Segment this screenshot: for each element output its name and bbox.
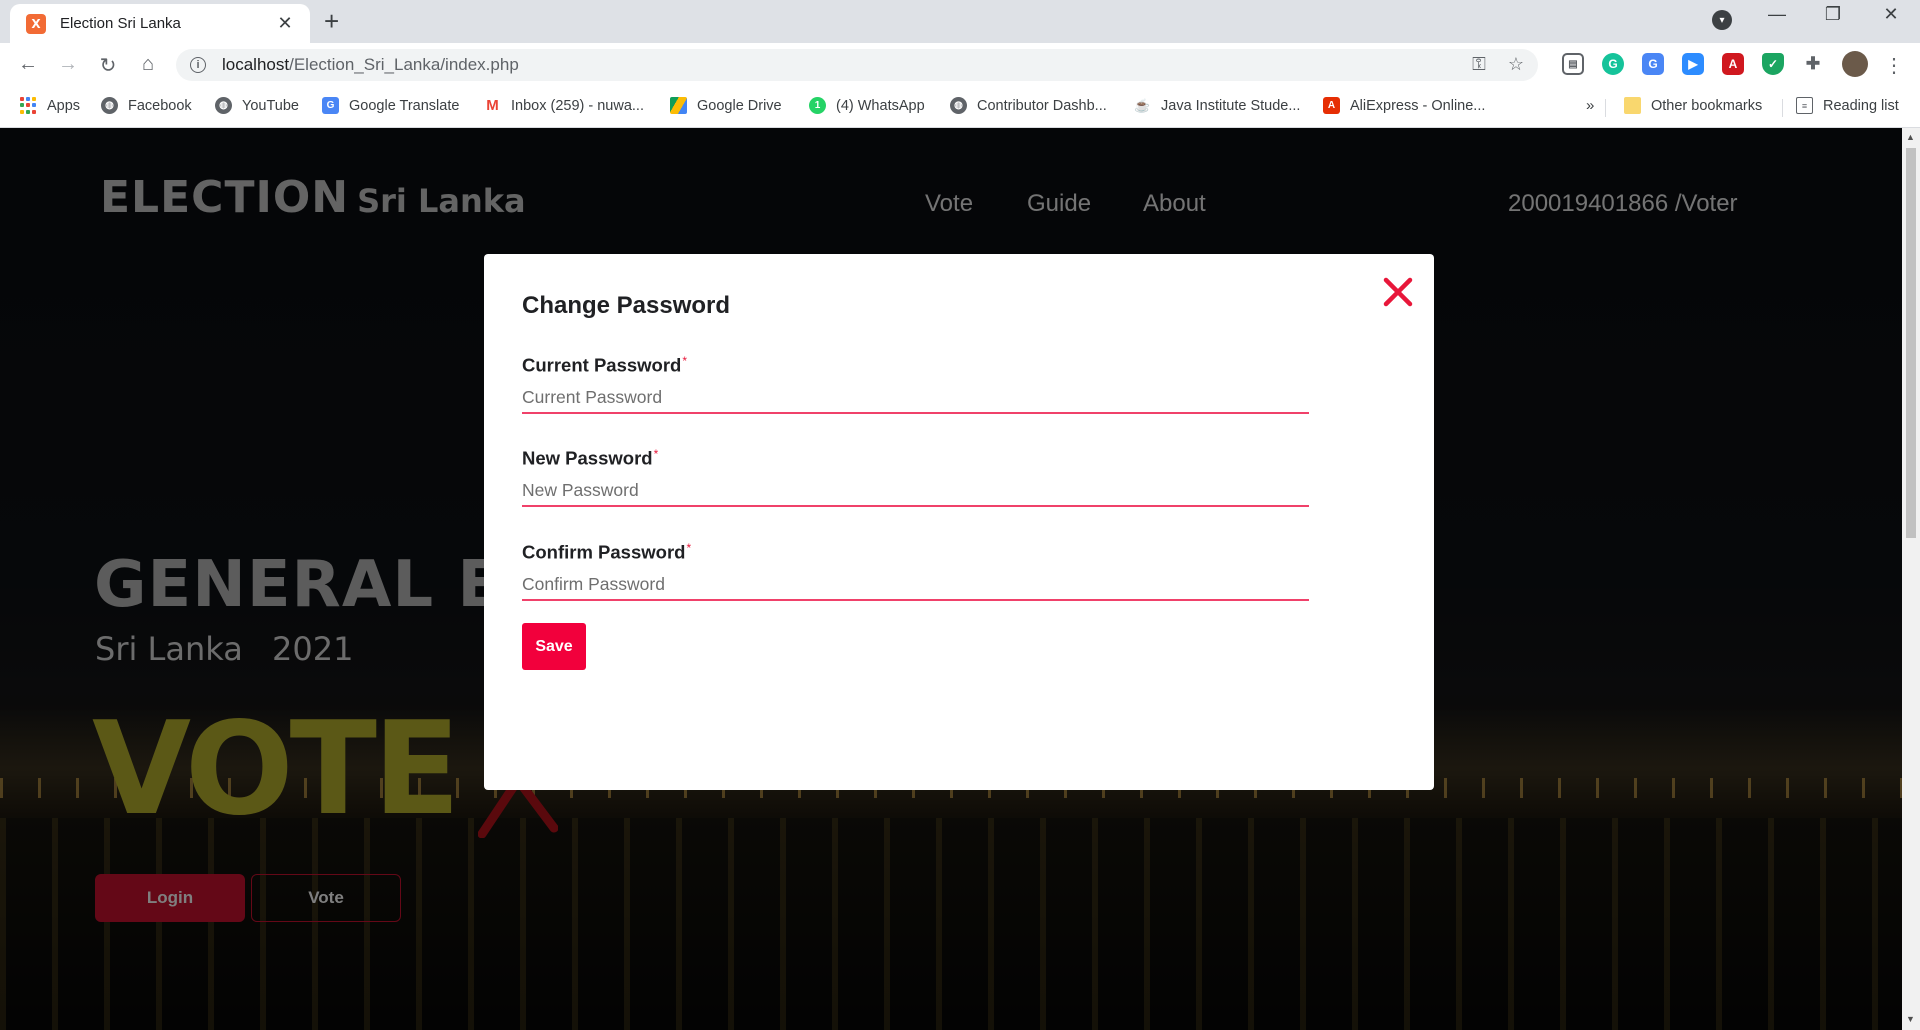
confirm-password-field: Confirm Password* xyxy=(522,541,1309,602)
bookmark-label: Contributor Dashb... xyxy=(977,97,1107,114)
bookmark-label: Apps xyxy=(47,97,81,114)
tab-close-icon[interactable]: ✕ xyxy=(274,13,296,34)
new-password-label: New Password xyxy=(522,447,653,469)
globe-icon: ◍ xyxy=(101,97,118,114)
java-institute-icon: ☕ xyxy=(1134,97,1151,114)
translate-extension-icon[interactable]: G xyxy=(1642,53,1664,75)
reading-list-button[interactable]: ≡ Reading list xyxy=(1796,97,1899,114)
gmail-icon: M xyxy=(484,97,501,114)
zoom-extension-icon[interactable]: ▶ xyxy=(1682,53,1704,75)
extensions-puzzle-icon[interactable]: ✚ xyxy=(1802,53,1824,75)
current-password-input[interactable] xyxy=(522,382,1309,415)
whatsapp-icon: 1 xyxy=(809,97,826,114)
bookmark-google-translate[interactable]: G Google Translate xyxy=(322,97,459,114)
current-password-field: Current Password* xyxy=(522,354,1309,415)
translate-icon: G xyxy=(322,97,339,114)
site-info-icon[interactable]: i xyxy=(190,57,206,73)
current-password-label: Current Password xyxy=(522,354,682,376)
bookmark-whatsapp[interactable]: 1 (4) WhatsApp xyxy=(809,97,925,114)
reading-list-icon: ≡ xyxy=(1796,97,1813,114)
address-bar[interactable]: i localhost/Election_Sri_Lanka/index.php… xyxy=(176,49,1538,81)
bookmark-label: Facebook xyxy=(128,97,192,114)
scroll-up-icon[interactable]: ▲ xyxy=(1906,132,1915,142)
url-host: localhost xyxy=(222,55,290,74)
shield-extension-icon[interactable]: ✓ xyxy=(1762,53,1784,75)
browser-tab[interactable]: X Election Sri Lanka ✕ xyxy=(10,4,310,43)
home-icon[interactable]: ⌂ xyxy=(134,53,162,76)
required-asterisk: * xyxy=(682,354,688,368)
bookmark-youtube[interactable]: ◍ YouTube xyxy=(215,97,299,114)
bookmark-other-bookmarks[interactable]: Other bookmarks xyxy=(1624,97,1762,114)
scrollbar-thumb[interactable] xyxy=(1906,148,1916,538)
tab-search-icon[interactable]: ▾ xyxy=(1712,10,1732,30)
aliexpress-icon: A xyxy=(1323,97,1340,114)
folder-icon xyxy=(1624,97,1641,114)
pdf-extension-icon[interactable]: A xyxy=(1722,53,1744,75)
restore-icon[interactable]: ❐ xyxy=(1813,4,1853,25)
browser-tab-strip: X Election Sri Lanka ✕ + ▾ — ❐ ✕ xyxy=(0,0,1920,43)
key-icon[interactable]: ⚿ xyxy=(1472,54,1486,75)
bookmark-label: Google Drive xyxy=(697,97,782,114)
profile-avatar[interactable] xyxy=(1842,51,1868,77)
bookmark-aliexpress[interactable]: A AliExpress - Online... xyxy=(1323,97,1485,114)
bookmark-facebook[interactable]: ◍ Facebook xyxy=(101,97,192,114)
bookmark-contributor-dashboard[interactable]: ◍ Contributor Dashb... xyxy=(950,97,1107,114)
new-password-field: New Password* xyxy=(522,447,1309,508)
close-icon[interactable] xyxy=(1380,274,1416,310)
scroll-down-icon[interactable]: ▼ xyxy=(1906,1014,1915,1024)
url-text[interactable]: localhost/Election_Sri_Lanka/index.php xyxy=(222,55,519,75)
bookmark-divider xyxy=(1782,99,1783,117)
url-path: /Election_Sri_Lanka/index.php xyxy=(289,55,519,74)
new-password-input[interactable] xyxy=(522,475,1309,508)
bookmark-apps[interactable]: Apps xyxy=(20,97,80,114)
bookmark-label: AliExpress - Online... xyxy=(1350,97,1486,114)
tab-title: Election Sri Lanka xyxy=(60,15,181,32)
bookmark-label: Java Institute Stude... xyxy=(1161,97,1301,114)
page-viewport: ELECTIONSri Lanka Vote Guide About 20001… xyxy=(0,128,1902,1030)
bookmark-label: Inbox (259) - nuwa... xyxy=(511,97,644,114)
bookmarks-overflow-chevron-icon[interactable]: » xyxy=(1586,97,1594,114)
required-asterisk: * xyxy=(686,541,692,555)
confirm-password-input[interactable] xyxy=(522,569,1309,602)
bookmark-google-drive[interactable]: Google Drive xyxy=(670,97,782,114)
back-icon[interactable]: ← xyxy=(14,53,42,76)
bookmarks-bar: Apps ◍ Facebook ◍ YouTube G Google Trans… xyxy=(0,87,1920,128)
globe-icon: ◍ xyxy=(950,97,967,114)
browser-toolbar: ← → ↻ ⌂ i localhost/Election_Sri_Lanka/i… xyxy=(0,43,1920,87)
bookmark-gmail[interactable]: M Inbox (259) - nuwa... xyxy=(484,97,644,114)
bookmark-java-institute[interactable]: ☕ Java Institute Stude... xyxy=(1134,97,1300,114)
minimize-icon[interactable]: — xyxy=(1757,4,1797,25)
globe-icon: ◍ xyxy=(215,97,232,114)
grammarly-icon[interactable]: G xyxy=(1602,53,1624,75)
bookmark-label: Other bookmarks xyxy=(1651,97,1763,114)
page-scrollbar[interactable]: ▲ ▼ xyxy=(1902,128,1920,1030)
required-asterisk: * xyxy=(653,447,659,461)
reader-extension-icon[interactable]: ▤ xyxy=(1562,53,1584,75)
menu-dots-icon[interactable]: ⋮ xyxy=(1880,53,1908,78)
save-button[interactable]: Save xyxy=(522,623,586,670)
xampp-favicon-icon: X xyxy=(26,13,46,34)
new-tab-icon[interactable]: + xyxy=(324,6,339,37)
bookmark-label: YouTube xyxy=(242,97,299,114)
apps-grid-icon xyxy=(20,97,37,114)
bookmark-label: Reading list xyxy=(1823,97,1899,114)
bookmark-star-icon[interactable]: ☆ xyxy=(1508,54,1524,75)
bookmark-label: Google Translate xyxy=(349,97,460,114)
forward-icon[interactable]: → xyxy=(54,53,82,76)
change-password-modal: Change Password Current Password* New Pa… xyxy=(484,254,1434,790)
modal-title: Change Password xyxy=(522,292,731,319)
reload-icon[interactable]: ↻ xyxy=(94,53,122,78)
bookmark-divider xyxy=(1605,99,1606,117)
close-window-icon[interactable]: ✕ xyxy=(1871,4,1911,25)
confirm-password-label: Confirm Password xyxy=(522,541,686,563)
bookmark-label: (4) WhatsApp xyxy=(836,97,925,114)
drive-icon xyxy=(670,97,687,114)
